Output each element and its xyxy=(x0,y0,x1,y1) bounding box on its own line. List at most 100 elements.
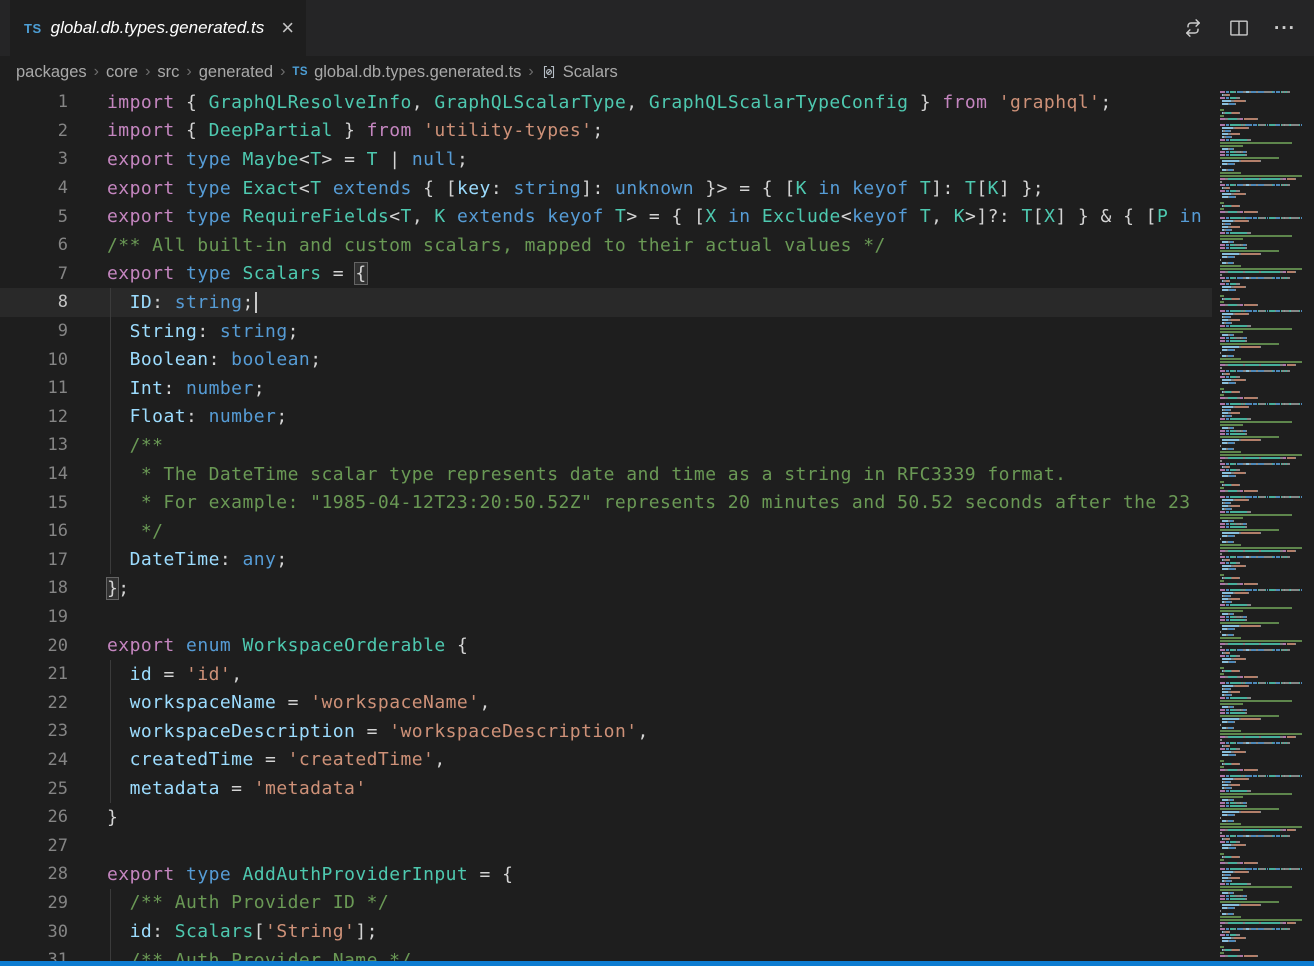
code-line[interactable]: 6/** All built-in and custom scalars, ma… xyxy=(0,231,1212,260)
line-number[interactable]: 10 xyxy=(0,350,68,370)
code-line[interactable]: 8 ID: string; xyxy=(0,288,1212,317)
line-number[interactable]: 12 xyxy=(0,407,68,427)
minimap-line xyxy=(1220,733,1310,735)
code-line[interactable]: 17 DateTime: any; xyxy=(0,546,1212,575)
indent-guide xyxy=(110,517,111,546)
open-changes-icon[interactable] xyxy=(1176,11,1210,45)
tab-close-icon[interactable]: × xyxy=(281,17,294,39)
breadcrumb-item[interactable]: core xyxy=(106,63,138,82)
line-number[interactable]: 21 xyxy=(0,664,68,684)
minimap-line xyxy=(1220,622,1310,624)
code-line[interactable]: 4export type Exact<T extends { [key: str… xyxy=(0,174,1212,203)
code-line[interactable]: 21 id = 'id', xyxy=(0,660,1212,689)
code-line[interactable]: 14 * The DateTime scalar type represents… xyxy=(0,460,1212,489)
code-token: string xyxy=(513,178,581,199)
code-line[interactable]: 16 */ xyxy=(0,517,1212,546)
breadcrumb-label: src xyxy=(157,63,179,82)
minimap-line xyxy=(1220,499,1310,501)
code-line[interactable]: 27 xyxy=(0,831,1212,860)
line-number[interactable]: 22 xyxy=(0,693,68,713)
code-line[interactable]: 30 id: Scalars['String']; xyxy=(0,917,1212,946)
code-area[interactable]: 1import { GraphQLResolveInfo, GraphQLSca… xyxy=(0,88,1212,961)
breadcrumb-item[interactable]: generated xyxy=(199,63,273,82)
code-line[interactable]: 13 /** xyxy=(0,431,1212,460)
code-line[interactable]: 2import { DeepPartial } from 'utility-ty… xyxy=(0,117,1212,146)
code-line[interactable]: 5export type RequireFields<T, K extends … xyxy=(0,202,1212,231)
line-number[interactable]: 20 xyxy=(0,636,68,656)
line-number[interactable]: 14 xyxy=(0,464,68,484)
minimap-line xyxy=(1220,907,1310,909)
minimap-line xyxy=(1220,469,1310,471)
code-line[interactable]: 20export enum WorkspaceOrderable { xyxy=(0,631,1212,660)
code-line[interactable]: 9 String: string; xyxy=(0,317,1212,346)
line-number[interactable]: 1 xyxy=(0,92,68,112)
indent-guide xyxy=(110,431,111,460)
code-line[interactable]: 15 * For example: "1985-04-12T23:20:50.5… xyxy=(0,488,1212,517)
minimap-line xyxy=(1220,634,1310,636)
code-line[interactable]: 1import { GraphQLResolveInfo, GraphQLSca… xyxy=(0,88,1212,117)
line-number[interactable]: 31 xyxy=(0,950,68,961)
code-line[interactable]: 12 Float: number; xyxy=(0,403,1212,432)
code-line[interactable]: 25 metadata = 'metadata' xyxy=(0,774,1212,803)
line-number[interactable]: 13 xyxy=(0,435,68,455)
line-number[interactable]: 9 xyxy=(0,321,68,341)
line-number[interactable]: 27 xyxy=(0,836,68,856)
minimap[interactable] xyxy=(1212,88,1314,961)
line-number[interactable]: 15 xyxy=(0,493,68,513)
line-number[interactable]: 2 xyxy=(0,121,68,141)
code-token: { [ xyxy=(412,178,457,199)
code-token: Exclude xyxy=(762,206,841,227)
tab-global-db-types-generated[interactable]: TS global.db.types.generated.ts × xyxy=(10,0,306,56)
line-number[interactable]: 29 xyxy=(0,893,68,913)
line-number[interactable]: 8 xyxy=(0,292,68,312)
line-number[interactable]: 4 xyxy=(0,178,68,198)
code-token xyxy=(412,120,423,141)
code-line[interactable]: 22 workspaceName = 'workspaceName', xyxy=(0,688,1212,717)
code-line[interactable]: 10 Boolean: boolean; xyxy=(0,345,1212,374)
code-line[interactable]: 3export type Maybe<T> = T | null; xyxy=(0,145,1212,174)
line-number[interactable]: 16 xyxy=(0,521,68,541)
code-token: } xyxy=(333,120,367,141)
line-number[interactable]: 6 xyxy=(0,235,68,255)
line-number[interactable]: 18 xyxy=(0,578,68,598)
code-line[interactable]: 28export type AddAuthProviderInput = { xyxy=(0,860,1212,889)
minimap-line xyxy=(1220,451,1310,453)
breadcrumb-item[interactable]: src xyxy=(157,63,179,82)
breadcrumb-item[interactable]: packages xyxy=(16,63,87,82)
split-editor-icon[interactable] xyxy=(1222,11,1256,45)
line-number[interactable]: 24 xyxy=(0,750,68,770)
line-number[interactable]: 5 xyxy=(0,207,68,227)
symbol-misc-icon xyxy=(541,64,557,80)
line-number[interactable]: 26 xyxy=(0,807,68,827)
line-number[interactable]: 25 xyxy=(0,779,68,799)
breadcrumb-item[interactable]: Scalars xyxy=(541,63,618,82)
code-line[interactable]: 31 /** Auth Provider Name */ xyxy=(0,946,1212,961)
code-line[interactable]: 18}; xyxy=(0,574,1212,603)
line-number[interactable]: 30 xyxy=(0,922,68,942)
line-number[interactable]: 7 xyxy=(0,264,68,284)
code-line[interactable]: 11 Int: number; xyxy=(0,374,1212,403)
line-number[interactable]: 11 xyxy=(0,378,68,398)
code-line[interactable]: 29 /** Auth Provider ID */ xyxy=(0,889,1212,918)
code-line[interactable]: 7export type Scalars = { xyxy=(0,260,1212,289)
code-line[interactable]: 19 xyxy=(0,603,1212,632)
line-number[interactable]: 17 xyxy=(0,550,68,570)
line-number[interactable]: 28 xyxy=(0,864,68,884)
line-number[interactable]: 19 xyxy=(0,607,68,627)
line-number[interactable]: 3 xyxy=(0,149,68,169)
minimap-line xyxy=(1220,949,1310,951)
code-line[interactable]: 24 createdTime = 'createdTime', xyxy=(0,746,1212,775)
indent-guide xyxy=(110,774,111,803)
typescript-file-icon: TS xyxy=(292,66,308,78)
minimap-line xyxy=(1220,526,1310,528)
code-token: export xyxy=(107,635,175,656)
breadcrumb-item[interactable]: TSglobal.db.types.generated.ts xyxy=(292,63,521,82)
more-actions-icon[interactable]: ··· xyxy=(1268,11,1302,45)
code-line[interactable]: 23 workspaceDescription = 'workspaceDesc… xyxy=(0,717,1212,746)
minimap-line xyxy=(1220,700,1310,702)
minimap-line xyxy=(1220,262,1310,264)
minimap-line xyxy=(1220,259,1310,261)
minimap-line xyxy=(1220,91,1310,93)
code-line[interactable]: 26} xyxy=(0,803,1212,832)
line-number[interactable]: 23 xyxy=(0,721,68,741)
